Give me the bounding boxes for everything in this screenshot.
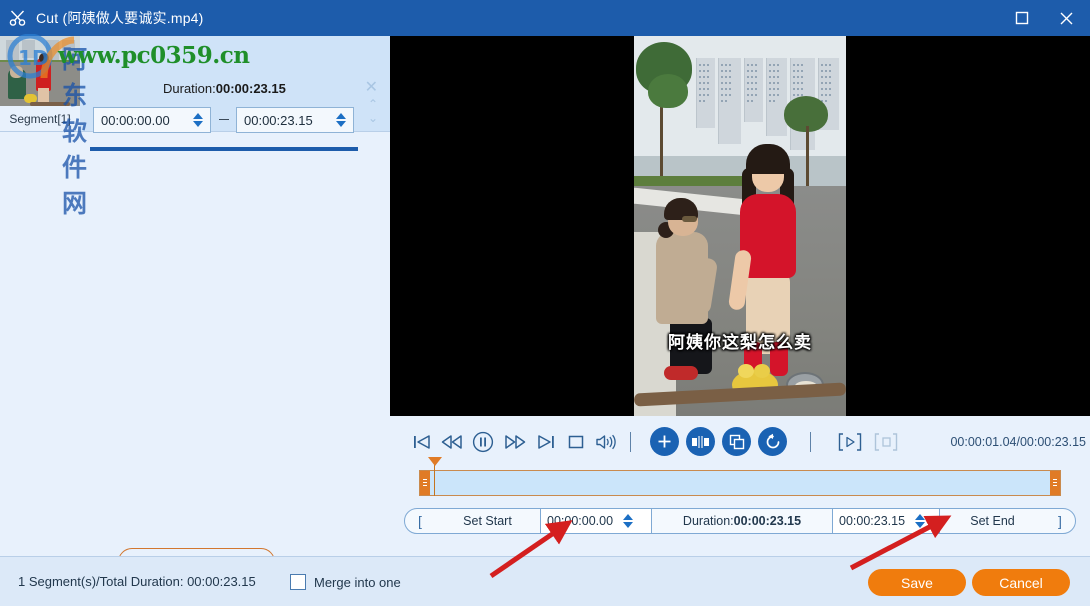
trim-start-value: 00:00:00.00 [541,514,619,528]
rewind-button[interactable] [438,421,466,463]
controls-separator-2 [810,432,811,452]
fast-forward-button[interactable] [500,421,530,463]
set-end-button[interactable]: Set End [940,509,1045,533]
controls-separator-1 [630,432,631,452]
segment-start-time-input[interactable]: 00:00:00.00 [93,107,211,133]
segment-duration-value: 00:00:23.15 [216,81,286,96]
segment-move-up-icon[interactable]: ⌃ [368,98,378,110]
pause-button[interactable] [468,421,498,463]
maximize-icon [1015,11,1029,25]
trim-timeline[interactable] [419,470,1061,496]
set-start-button[interactable]: Set Start [435,509,540,533]
set-range-bar: [ Set Start 00:00:00.00 Duration:00:00:2… [404,508,1076,534]
cancel-button[interactable]: Cancel [972,569,1070,596]
video-frame: 阿姨你这梨怎么卖 [634,36,846,416]
segment-start-time-value: 00:00:00.00 [94,113,189,128]
stepper-down-icon[interactable] [623,522,633,528]
stepper-up-icon[interactable] [623,514,633,520]
preview-clip-button[interactable] [833,421,867,463]
maximize-button[interactable] [1000,0,1044,36]
video-stage[interactable]: 阿姨你这梨怎么卖 [390,36,1090,416]
merge-checkbox[interactable] [290,574,306,590]
footer-bar: 1 Segment(s)/Total Duration: 00:00:23.15… [0,556,1090,606]
close-bracket-label: ] [1045,513,1075,529]
segment-progress-bar [90,147,358,151]
trim-start-handle[interactable] [420,471,430,495]
split-clip-button[interactable] [686,427,715,456]
stepper-down-icon[interactable] [915,522,925,528]
trim-duration-value: 00:00:23.15 [734,514,801,528]
copy-clip-button[interactable] [722,427,751,456]
trim-end-stepper[interactable] [911,509,929,533]
go-to-end-button[interactable] [532,421,560,463]
close-icon [1059,11,1074,26]
segment-thumbnail [0,36,80,106]
preview-panel: 阿姨你这梨怎么卖 [390,36,1090,556]
volume-icon [595,433,617,451]
trim-start-input[interactable]: 00:00:00.00 [541,509,651,533]
video-subtitle: 阿姨你这梨怎么卖 [634,328,846,353]
rewind-icon [441,433,463,451]
volume-button[interactable] [592,421,620,463]
playhead-marker[interactable] [428,457,442,466]
stepper-up-icon[interactable] [336,113,346,119]
add-icon [656,433,673,450]
copy-icon [729,434,745,450]
title-bar: Cut (阿姨做人要诚实.mp4) [0,0,1090,36]
app-scissors-icon [8,8,28,28]
stop-clip-icon [872,432,900,452]
trim-duration-text: Duration:00:00:23.15 [652,514,832,528]
stepper-up-icon[interactable] [193,113,203,119]
open-bracket-label: [ [405,513,435,529]
trim-selection-range[interactable] [430,471,1050,495]
segment-remove-icon[interactable]: ✕ [365,80,378,96]
merge-into-one-option[interactable]: Merge into one [290,557,401,606]
segment-move-down-icon[interactable]: ⌄ [368,112,378,124]
stepper-down-icon[interactable] [193,121,203,127]
trim-start-stepper[interactable] [619,509,637,533]
reset-icon [764,433,782,451]
reset-clip-button[interactable] [758,427,787,456]
stop-icon [567,433,585,451]
close-button[interactable] [1044,0,1088,36]
segment-list-panel: Segment[1] Duration:00:00:23.15 00:00:00… [0,36,391,556]
segment-duration-prefix: Duration: [163,81,216,96]
preview-clip-icon [836,432,864,452]
playhead-line [434,464,435,496]
add-clip-button[interactable] [650,427,679,456]
time-readout: 00:00:01.04/00:00:23.15 [950,421,1086,463]
fast-forward-icon [504,433,526,451]
window-title: Cut (阿姨做人要诚实.mp4) [36,0,204,36]
stop-clip-button[interactable] [869,421,903,463]
segment-index-label: Segment[1] [0,106,80,131]
segment-end-time-value: 00:00:23.15 [237,113,332,128]
stepper-up-icon[interactable] [915,514,925,520]
trim-end-value: 00:00:23.15 [833,514,911,528]
merge-label: Merge into one [314,575,401,590]
trim-end-input[interactable]: 00:00:23.15 [833,509,939,533]
segment-row[interactable]: Segment[1] Duration:00:00:23.15 00:00:00… [0,36,390,132]
segments-status-text: 1 Segment(s)/Total Duration: 00:00:23.15 [18,557,256,606]
segment-range-dash [219,119,229,120]
transport-controls: 00:00:01.04/00:00:23.15 [390,421,1090,463]
save-button[interactable]: Save [868,569,966,596]
stop-button[interactable] [562,421,590,463]
segment-end-time-input[interactable]: 00:00:23.15 [236,107,354,133]
split-icon [691,435,710,449]
stepper-down-icon[interactable] [336,121,346,127]
trim-duration-prefix: Duration: [683,514,734,528]
segment-end-stepper[interactable] [332,108,350,132]
segment-start-stepper[interactable] [189,108,207,132]
pause-icon [472,431,494,453]
go-to-start-icon [412,433,432,451]
trim-end-handle[interactable] [1050,471,1060,495]
cut-dialog-window: Cut (阿姨做人要诚实.mp4) [0,0,1090,606]
segment-duration-text: Duration:00:00:23.15 [163,81,286,96]
go-to-end-icon [536,433,556,451]
